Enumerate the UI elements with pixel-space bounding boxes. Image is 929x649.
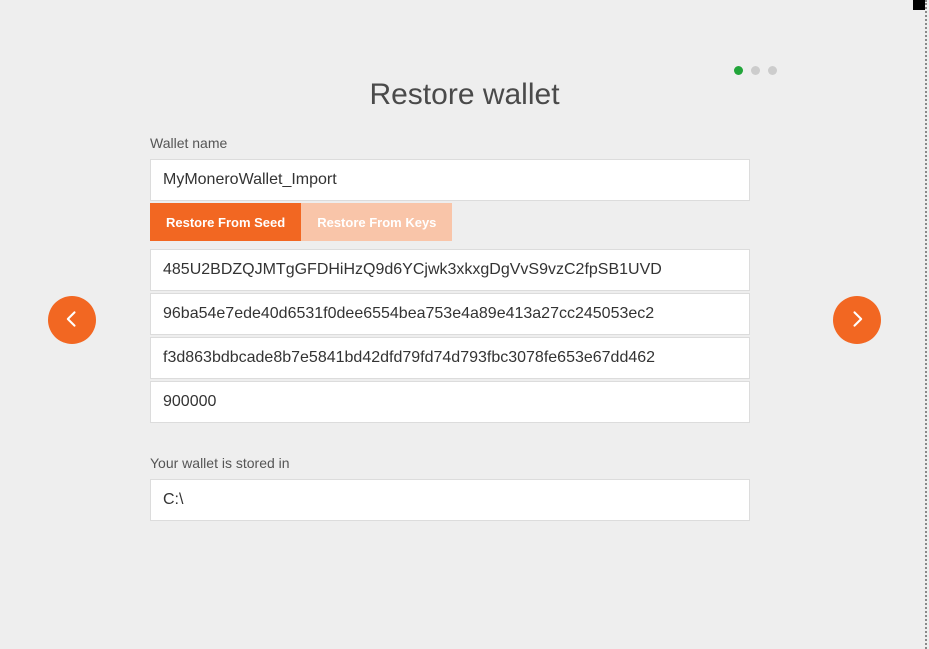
view-key-input[interactable] <box>150 293 750 335</box>
page-title: Restore wallet <box>0 78 929 112</box>
storage-label: Your wallet is stored in <box>150 455 750 471</box>
spend-key-input[interactable] <box>150 337 750 379</box>
prev-button[interactable] <box>48 296 96 344</box>
address-input[interactable] <box>150 249 750 291</box>
wallet-name-label: Wallet name <box>150 135 750 151</box>
chevron-left-icon <box>62 309 82 332</box>
storage-path-input[interactable] <box>150 479 750 521</box>
next-button[interactable] <box>833 296 881 344</box>
restore-height-input[interactable] <box>150 381 750 423</box>
chevron-right-icon <box>847 309 867 332</box>
tab-restore-from-seed[interactable]: Restore From Seed <box>150 203 301 241</box>
restore-mode-tabs: Restore From Seed Restore From Keys <box>150 203 750 241</box>
top-right-accent <box>913 0 925 10</box>
restore-form: Wallet name Restore From Seed Restore Fr… <box>150 135 750 523</box>
wizard-step-2-dot <box>751 66 760 75</box>
restore-fields <box>150 249 750 425</box>
wizard-step-3-dot <box>768 66 777 75</box>
tab-restore-from-keys[interactable]: Restore From Keys <box>301 203 452 241</box>
wallet-name-input[interactable] <box>150 159 750 201</box>
wizard-steps <box>734 66 777 75</box>
wizard-step-1-dot <box>734 66 743 75</box>
